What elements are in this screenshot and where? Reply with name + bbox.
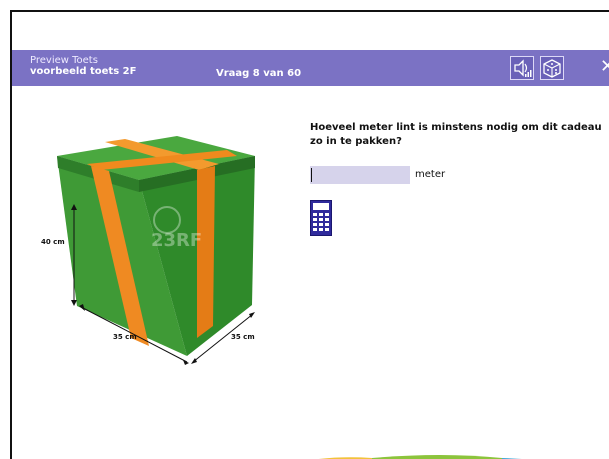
calculator-icon[interactable]: [310, 200, 332, 236]
height-label: 40 cm: [41, 238, 65, 246]
watermark-text: 23RF: [151, 230, 202, 251]
width-label: 35 cm: [113, 333, 137, 341]
dice-button[interactable]: [540, 56, 564, 80]
question-counter: Vraag 8 van 60: [216, 68, 302, 79]
header-bar: Preview Toets voorbeeld toets 2F Vraag 8…: [12, 50, 609, 86]
question-text: Hoeveel meter lint is minstens nodig om …: [310, 122, 602, 147]
decorative-footer-swoosh: [318, 455, 522, 459]
test-window: Preview Toets voorbeeld toets 2F Vraag 8…: [10, 10, 609, 459]
test-name: voorbeeld toets 2F: [30, 66, 137, 77]
dice-icon: [543, 59, 561, 78]
speaker-button[interactable]: [510, 56, 534, 80]
gift-box-illustration: 23RF 40 cm 35 cm 35 cm: [41, 136, 255, 365]
text-caret: [311, 168, 312, 182]
unit-label: meter: [415, 169, 446, 180]
answer-input[interactable]: [310, 166, 410, 184]
depth-label: 35 cm: [231, 333, 255, 341]
close-icon[interactable]: ✕: [600, 58, 609, 76]
speaker-icon: [514, 59, 532, 77]
app-label: Preview Toets: [30, 55, 98, 66]
